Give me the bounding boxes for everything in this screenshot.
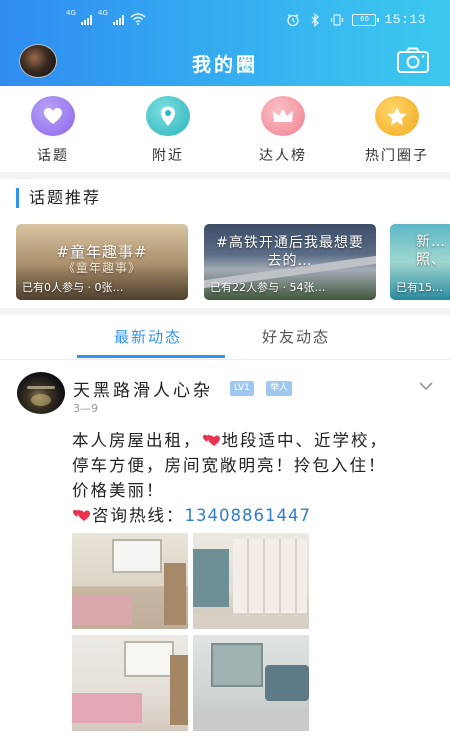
page-title: 我的圈 <box>191 54 258 76</box>
menu-label: 达人榜 <box>259 148 307 164</box>
battery-icon: 66 <box>352 13 380 26</box>
heart-icon <box>31 96 75 136</box>
signal-icon: 4G <box>66 9 92 25</box>
bluetooth-icon <box>312 12 320 27</box>
divider <box>0 308 450 315</box>
topic-card[interactable]: 新… 照、 已有15… <box>390 224 450 300</box>
signal-icon: 4G <box>98 9 124 25</box>
post-photo[interactable] <box>193 635 309 731</box>
topic-card[interactable]: #童年趣事# 《童年趣事》 已有0人参与 · 0张… <box>16 224 188 300</box>
topic-meta: 已有22人参与 · 54张… <box>210 281 326 294</box>
post-date: 3—9 <box>73 402 98 415</box>
topic-subtitle: 照、 <box>416 252 446 268</box>
post-text-line: 价格美丽！ <box>72 481 165 500</box>
chevron-down-icon[interactable] <box>418 380 434 392</box>
phone-number[interactable]: 13408861447 <box>185 506 311 525</box>
menu-label: 热门圈子 <box>365 148 429 164</box>
topic-name: #高铁开通后我最想要去的… <box>216 235 364 269</box>
menu-item-hot-circles[interactable]: 热门圈子 <box>352 96 442 165</box>
topic-meta: 已有0人参与 · 0张… <box>22 281 124 294</box>
two-hearts-icon <box>73 509 90 521</box>
divider <box>0 359 450 360</box>
tab-friends[interactable]: 好友动态 <box>262 326 330 347</box>
topic-name: #童年趣事# <box>56 243 148 261</box>
crown-icon <box>261 96 305 136</box>
post-text-line: 停车方便，房间宽敞明亮！拎包入住！ <box>72 456 387 475</box>
wifi-icon <box>130 13 146 25</box>
post-photo[interactable] <box>72 533 188 629</box>
status-time: 15:13 <box>384 12 426 27</box>
camera-icon[interactable] <box>396 46 430 74</box>
post-text-line: 地段适中、近学校， <box>221 431 388 450</box>
tab-latest[interactable]: 最新动态 <box>114 326 182 347</box>
post-avatar[interactable] <box>17 372 65 414</box>
rank-badge: 举人 <box>266 381 293 396</box>
topic-subtitle: 《童年趣事》 <box>62 261 141 275</box>
menu-item-nearby[interactable]: 附近 <box>123 96 213 165</box>
post-photo[interactable] <box>193 533 309 629</box>
menu-item-topics[interactable]: 话题 <box>8 96 98 165</box>
menu-label: 附近 <box>152 148 184 164</box>
two-hearts-icon <box>202 434 220 446</box>
topic-name: 新… <box>416 234 446 250</box>
menu-label: 话题 <box>37 148 69 164</box>
topic-card[interactable]: #高铁开通后我最想要去的… 已有22人参与 · 54张… <box>204 224 376 300</box>
location-pin-icon <box>146 96 190 136</box>
vibrate-icon <box>331 13 344 26</box>
post-content: 本人房屋出租， 地段适中、近学校， 停车方便，房间宽敞明亮！拎包入住！ 价格美丽！… <box>72 428 432 528</box>
post-text-line: 本人房屋出租， <box>72 431 202 450</box>
top-header: 4G 4G 66 15:13 我的圈 <box>0 0 450 86</box>
post-text-line: 咨询热线： <box>92 506 185 525</box>
active-tab-indicator <box>77 355 225 358</box>
alarm-icon <box>287 13 300 26</box>
star-icon <box>375 96 419 136</box>
section-title-topics: 话题推荐 <box>16 188 101 208</box>
quick-menu: 话题 附近 达人榜 热门圈子 <box>0 90 450 170</box>
post-photo[interactable] <box>72 635 188 731</box>
level-badge: LV1 <box>230 381 254 396</box>
post-username[interactable]: 天黑路滑人心杂 <box>73 376 213 401</box>
topic-meta: 已有15… <box>396 281 443 294</box>
status-bar: 4G 4G 66 15:13 <box>0 0 450 34</box>
menu-item-ranking[interactable]: 达人榜 <box>238 96 328 165</box>
divider <box>0 172 450 179</box>
